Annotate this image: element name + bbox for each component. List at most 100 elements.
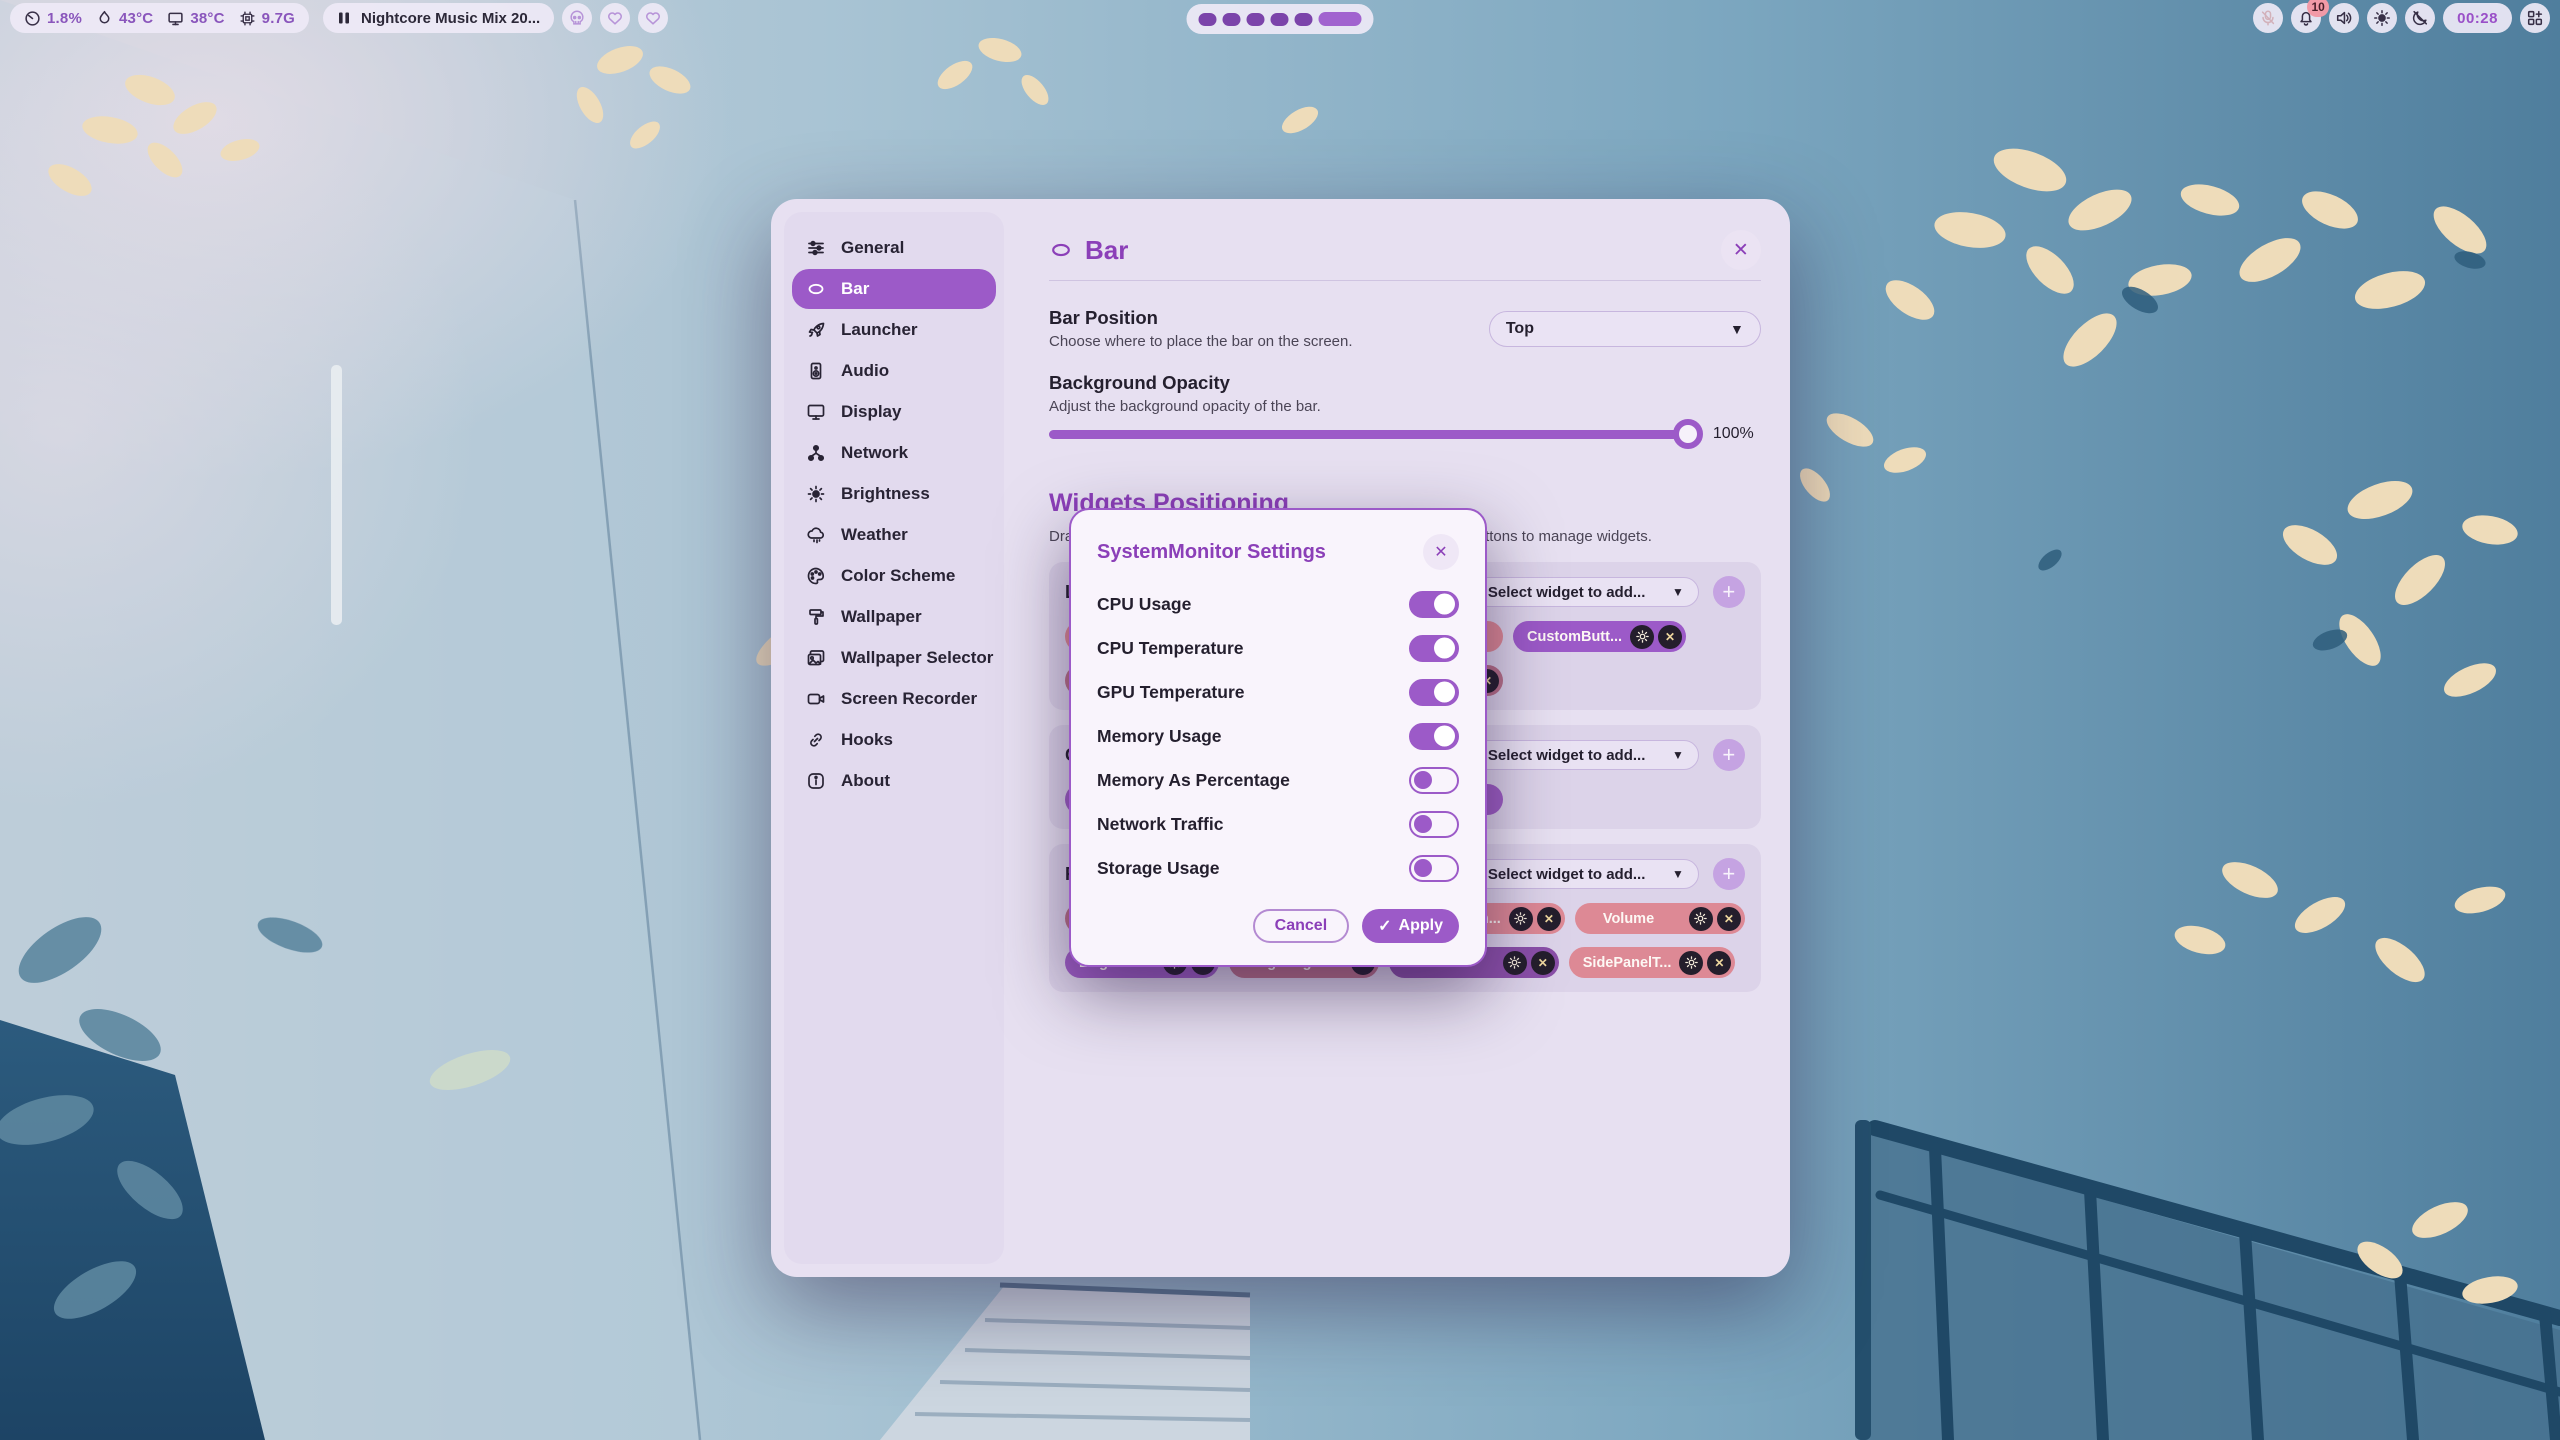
skull-button[interactable] [562, 3, 592, 33]
media-title: Nightcore Music Mix 20... [361, 10, 540, 27]
opacity-slider[interactable] [1049, 430, 1697, 439]
add-widget-button[interactable]: + [1713, 576, 1745, 608]
gpu-temp-stat: 38°C [167, 10, 224, 27]
toggle-label: CPU Temperature [1097, 638, 1244, 659]
widget-settings-button[interactable] [1689, 907, 1713, 931]
memory-usage-toggle[interactable] [1409, 723, 1459, 750]
sidebar-item-audio[interactable]: Audio [792, 351, 996, 391]
sidebar-item-hooks[interactable]: Hooks [792, 720, 996, 760]
gear-icon [1636, 630, 1649, 643]
sidebar-item-general[interactable]: General [792, 228, 996, 268]
widget-settings-button[interactable] [1679, 951, 1703, 975]
dashboard-button[interactable] [2520, 3, 2550, 33]
video-camera-icon [806, 689, 826, 709]
widget-chip[interactable]: CustomButt... ✕ [1513, 621, 1686, 652]
memory-as-percentage-toggle[interactable] [1409, 767, 1459, 794]
sidebar-item-display[interactable]: Display [792, 392, 996, 432]
volume-button[interactable] [2329, 3, 2359, 33]
chip-icon [239, 10, 256, 27]
widget-remove-button[interactable]: ✕ [1531, 951, 1555, 975]
widget-chip[interactable]: SidePanelT... ✕ [1569, 947, 1736, 978]
workspace-dot[interactable] [1271, 13, 1289, 26]
modal-close-button[interactable]: ✕ [1423, 534, 1459, 570]
gpu-temperature-toggle[interactable] [1409, 679, 1459, 706]
sidebar-item-weather[interactable]: Weather [792, 515, 996, 555]
night-light-button[interactable] [2405, 3, 2435, 33]
favorite-button-1[interactable] [600, 3, 630, 33]
apply-button[interactable]: ✓Apply [1362, 909, 1459, 943]
workspace-active-pill[interactable] [1319, 12, 1362, 26]
toggle-list: CPU Usage CPU Temperature GPU Temperatur… [1097, 582, 1459, 890]
widget-remove-button[interactable]: ✕ [1717, 907, 1741, 931]
widget-remove-button[interactable]: ✕ [1658, 625, 1682, 649]
speaker-icon [2335, 9, 2353, 27]
widget-remove-button[interactable]: ✕ [1707, 951, 1731, 975]
network-traffic-toggle[interactable] [1409, 811, 1459, 838]
workspace-dot[interactable] [1247, 13, 1265, 26]
workspace-dot[interactable] [1295, 13, 1313, 26]
widget-settings-button[interactable] [1509, 907, 1533, 931]
cancel-button[interactable]: Cancel [1253, 909, 1349, 943]
add-widget-placeholder: Select widget to add... [1488, 584, 1646, 601]
workspace-indicator[interactable] [1187, 4, 1374, 34]
sidebar-item-wallpaper-selector[interactable]: Wallpaper Selector [792, 638, 996, 678]
gear-icon [1694, 912, 1707, 925]
toggle-label: GPU Temperature [1097, 682, 1245, 703]
cpu-temp-value: 43°C [119, 10, 153, 27]
storage-usage-toggle[interactable] [1409, 855, 1459, 882]
sidebar-item-screen-recorder[interactable]: Screen Recorder [792, 679, 996, 719]
widget-remove-button[interactable]: ✕ [1537, 907, 1561, 931]
sidebar-item-network[interactable]: Network [792, 433, 996, 473]
cpu-temperature-toggle[interactable] [1409, 635, 1459, 662]
cpu-temp-stat: 43°C [96, 10, 153, 27]
rocket-icon [806, 320, 826, 340]
bar-position-dropdown[interactable]: Top ▼ [1489, 311, 1761, 347]
memory-stat: 9.7G [239, 10, 295, 27]
toggle-row-network-traffic: Network Traffic [1097, 802, 1459, 846]
workspace-dot[interactable] [1199, 13, 1217, 26]
toggle-row-gpu-temperature: GPU Temperature [1097, 670, 1459, 714]
widget-chip-label: CustomButt... [1527, 629, 1626, 645]
media-player-pill[interactable]: Nightcore Music Mix 20... [323, 3, 554, 33]
widget-chip[interactable]: Volume ✕ [1575, 903, 1745, 934]
add-widget-button[interactable]: + [1713, 858, 1745, 890]
cpu-usage-value: 1.8% [47, 10, 82, 27]
toggle-label: Memory As Percentage [1097, 770, 1290, 791]
add-widget-button[interactable]: + [1713, 739, 1745, 771]
workspace-dot[interactable] [1223, 13, 1241, 26]
monitor-icon [806, 402, 826, 422]
sidebar-item-wallpaper[interactable]: Wallpaper [792, 597, 996, 637]
left-add-widget-dropdown[interactable]: Select widget to add... ▼ [1473, 577, 1699, 607]
sidebar-item-bar[interactable]: Bar [792, 269, 996, 309]
sliders-icon [806, 238, 826, 258]
notifications-button[interactable]: 10 [2291, 3, 2321, 33]
opacity-slider-handle[interactable] [1673, 419, 1703, 449]
favorite-button-2[interactable] [638, 3, 668, 33]
center-add-widget-dropdown[interactable]: Select widget to add... ▼ [1473, 740, 1699, 770]
sidebar-item-label: General [841, 238, 904, 258]
clock-pill[interactable]: 00:28 [2443, 3, 2512, 33]
cancel-button-label: Cancel [1275, 917, 1327, 935]
widget-settings-button[interactable] [1630, 625, 1654, 649]
sidebar-item-about[interactable]: About [792, 761, 996, 801]
cpu-usage-toggle[interactable] [1409, 591, 1459, 618]
right-add-widget-dropdown[interactable]: Select widget to add... ▼ [1473, 859, 1699, 889]
brightness-button[interactable] [2367, 3, 2397, 33]
gear-icon [1508, 956, 1521, 969]
toggle-knob [1414, 815, 1432, 833]
sidebar-item-label: Display [841, 402, 901, 422]
sidebar-item-launcher[interactable]: Launcher [792, 310, 996, 350]
apply-button-label: Apply [1399, 917, 1443, 935]
gauge-icon [24, 10, 41, 27]
page-title: Bar [1085, 235, 1128, 266]
sidebar-item-label: Color Scheme [841, 566, 955, 586]
widget-settings-button[interactable] [1503, 951, 1527, 975]
mic-button[interactable] [2253, 3, 2283, 33]
sidebar-item-brightness[interactable]: Brightness [792, 474, 996, 514]
toggle-knob [1434, 638, 1455, 659]
window-close-button[interactable]: ✕ [1721, 230, 1761, 270]
sidebar-item-color-scheme[interactable]: Color Scheme [792, 556, 996, 596]
link-icon [806, 730, 826, 750]
heart-icon [644, 9, 662, 27]
gear-icon [1685, 956, 1698, 969]
